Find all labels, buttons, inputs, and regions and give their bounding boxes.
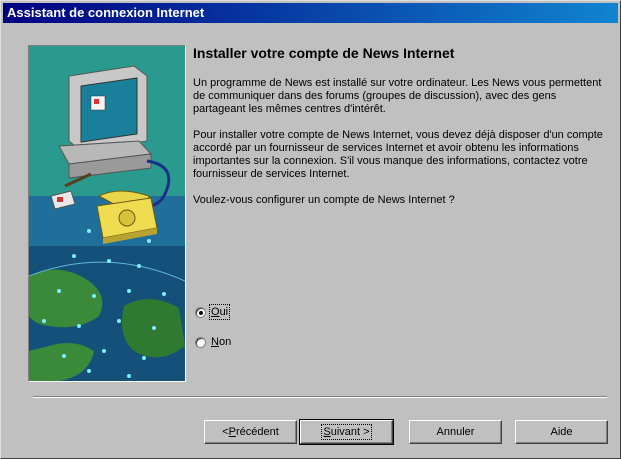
illustration-svg [29,46,185,381]
radio-yes[interactable]: Oui [195,304,231,320]
separator [33,396,607,398]
radio-no-label[interactable]: Non [211,336,231,348]
radio-yes-indicator[interactable] [195,306,206,318]
page-title: Installer votre compte de News Internet [193,45,455,61]
intro-paragraph: Un programme de News est installé sur vo… [193,77,602,115]
wizard-content: Installer votre compte de News Internet … [193,45,608,220]
wizard-window: Assistant de connexion Internet Installe… [0,0,621,459]
help-button[interactable]: Aide [515,420,608,444]
radio-no-indicator[interactable] [195,336,206,348]
next-button-label: Suivant > [321,424,372,440]
cancel-button[interactable]: Annuler [409,420,502,444]
requirements-paragraph: Pour installer votre compte de News Inte… [193,129,603,180]
radio-yes-label[interactable]: Oui [208,304,231,320]
title-bar[interactable]: Assistant de connexion Internet [3,3,618,23]
radio-no[interactable]: Non [195,334,231,350]
next-button[interactable]: Suivant > [299,419,394,445]
question-text: Voulez-vous configurer un compte de News… [193,194,455,206]
wizard-illustration [28,45,186,382]
window-title: Assistant de connexion Internet [7,5,205,20]
previous-button[interactable]: < Précédent [204,420,297,444]
